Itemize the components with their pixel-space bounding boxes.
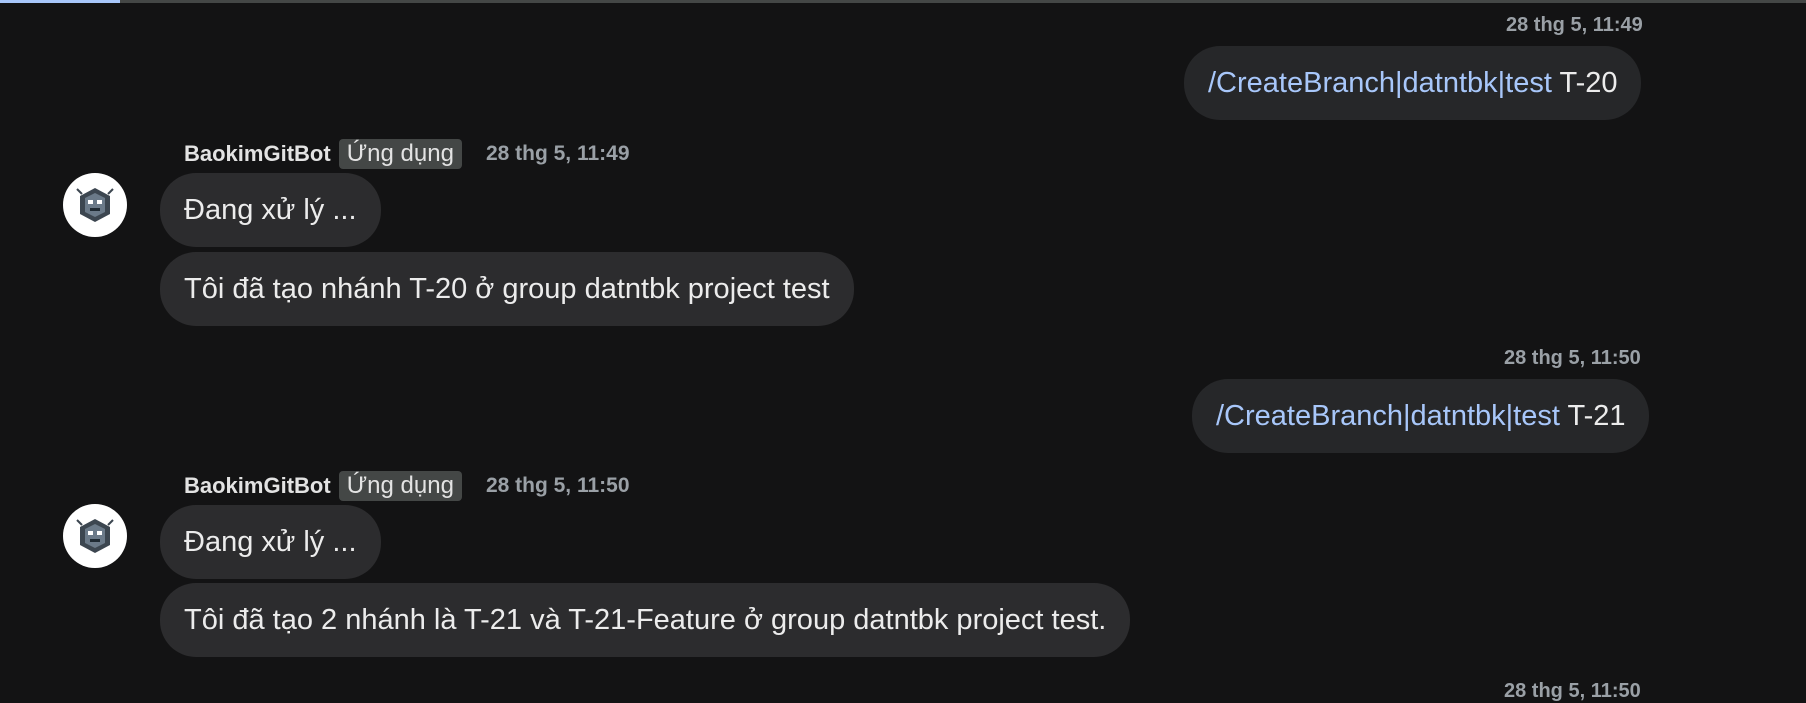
command-argument: T-21 <box>1559 399 1626 432</box>
incoming-message-bubble[interactable]: Đang xử lý ... <box>160 173 381 247</box>
incoming-message-bubble[interactable]: Tôi đã tạo nhánh T-20 ở group datntbk pr… <box>160 252 854 326</box>
message-timestamp: 28 thg 5, 11:49 <box>485 142 630 165</box>
top-divider <box>0 0 1806 3</box>
incoming-message-bubble[interactable]: Tôi đã tạo 2 nhánh là T-21 và T-21-Featu… <box>160 583 1131 657</box>
bot-robot-icon <box>76 188 114 222</box>
message-timestamp: 28 thg 5, 11:49 <box>1506 14 1643 36</box>
sender-row: BaokimGitBot Ứng dụng 28 thg 5, 11:50 <box>184 471 630 501</box>
command-argument: T-20 <box>1551 66 1618 99</box>
bot-avatar[interactable] <box>63 173 127 237</box>
command-text[interactable]: /CreateBranch|datntbk|test <box>1208 67 1552 100</box>
bot-avatar[interactable] <box>63 504 127 568</box>
message-timestamp: 28 thg 5, 11:50 <box>1504 347 1641 369</box>
message-timestamp: 28 thg 5, 11:50 <box>485 474 630 497</box>
sender-row: BaokimGitBot Ứng dụng 28 thg 5, 11:49 <box>184 139 630 169</box>
outgoing-message-bubble[interactable]: /CreateBranch|datntbk|test T-21 <box>1192 379 1650 453</box>
message-text: Đang xử lý ... <box>184 193 357 226</box>
app-badge: Ứng dụng <box>338 139 462 169</box>
top-divider-accent <box>0 0 120 3</box>
sender-name[interactable]: BaokimGitBot <box>184 473 331 499</box>
message-text: Đang xử lý ... <box>184 525 357 558</box>
incoming-message-bubble[interactable]: Đang xử lý ... <box>160 505 381 579</box>
outgoing-message-bubble[interactable]: /CreateBranch|datntbk|test T-20 <box>1184 46 1642 120</box>
message-text: Tôi đã tạo nhánh T-20 ở group datntbk pr… <box>184 272 830 305</box>
app-badge: Ứng dụng <box>338 471 462 501</box>
message-timestamp: 28 thg 5, 11:50 <box>1504 680 1641 702</box>
message-text: Tôi đã tạo 2 nhánh là T-21 và T-21-Featu… <box>184 603 1107 636</box>
sender-name[interactable]: BaokimGitBot <box>184 141 331 167</box>
command-text[interactable]: /CreateBranch|datntbk|test <box>1216 400 1560 433</box>
bot-robot-icon <box>76 519 114 553</box>
